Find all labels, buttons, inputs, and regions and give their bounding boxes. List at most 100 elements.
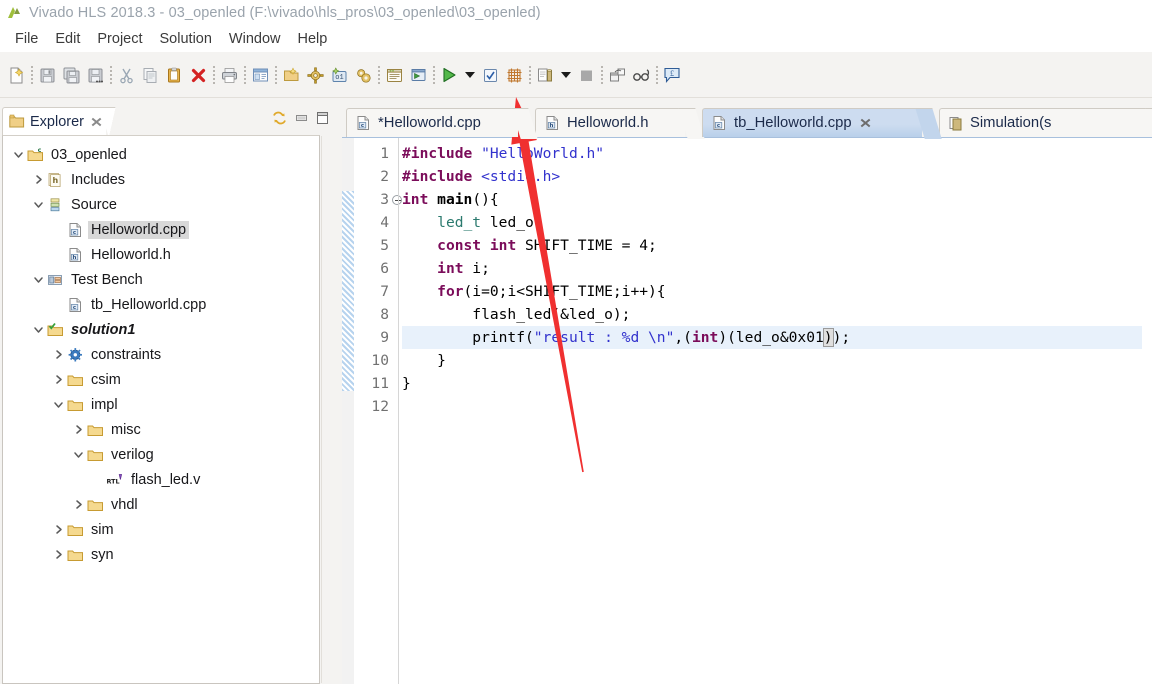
tree-twisty[interactable] xyxy=(51,349,66,360)
code-text[interactable]: #include "HelloWorld.h" #include <stdio.h… xyxy=(402,138,1142,684)
chevron-right-icon[interactable] xyxy=(53,549,64,560)
print-button[interactable] xyxy=(217,62,241,88)
run-c-simulation-button[interactable] xyxy=(382,62,406,88)
compare-reports-button[interactable] xyxy=(533,62,557,88)
tree-item-source[interactable]: Source xyxy=(3,192,319,217)
chevron-down-icon[interactable] xyxy=(53,399,64,410)
code-line[interactable]: for(i=0;i<SHIFT_TIME;i++){ xyxy=(402,280,1142,303)
tree-item-helloworld-cpp[interactable]: c Helloworld.cpp xyxy=(3,217,319,242)
tree-item-verilog[interactable]: verilog xyxy=(3,442,319,467)
tree-item-impl[interactable]: impl xyxy=(3,392,319,417)
export-rtl-button[interactable] xyxy=(502,62,526,88)
run-cosimulation-button[interactable] xyxy=(478,62,502,88)
chevron-down-icon[interactable] xyxy=(33,274,44,285)
open-perspective-button[interactable] xyxy=(605,62,629,88)
code-line[interactable]: } xyxy=(402,372,1142,395)
chevron-right-icon[interactable] xyxy=(53,524,64,535)
editor-tab-helloworld-h[interactable]: h Helloworld.h xyxy=(535,108,685,137)
analysis-perspective-button[interactable]: £ xyxy=(660,62,684,88)
tree-item-flash-led-v[interactable]: RTL flash_led.v xyxy=(3,467,319,492)
tree-twisty[interactable] xyxy=(71,424,86,435)
chevron-right-icon[interactable] xyxy=(53,374,64,385)
menu-edit[interactable]: Edit xyxy=(47,29,89,49)
tree-item-test-bench[interactable]: Test Bench xyxy=(3,267,319,292)
close-icon[interactable] xyxy=(860,118,871,129)
chevron-right-icon[interactable] xyxy=(33,174,44,185)
project-settings-button[interactable] xyxy=(303,62,327,88)
tree-twisty[interactable] xyxy=(31,199,46,210)
menu-window[interactable]: Window xyxy=(221,29,290,49)
menu-help[interactable]: Help xyxy=(290,29,337,49)
tree-twisty[interactable] xyxy=(51,374,66,385)
tree-twisty[interactable] xyxy=(51,399,66,410)
tree-item-tb-helloworld-cpp[interactable]: c tb_Helloworld.cpp xyxy=(3,292,319,317)
code-line[interactable]: const int SHIFT_TIME = 4; xyxy=(402,234,1142,257)
tree-item-solution1[interactable]: solution1 xyxy=(3,317,319,342)
chevron-down-icon[interactable] xyxy=(33,324,44,335)
link-with-editor-button[interactable] xyxy=(271,110,288,126)
tree-item-csim[interactable]: csim xyxy=(3,367,319,392)
tree-item-vhdl[interactable]: vhdl xyxy=(3,492,319,517)
chevron-right-icon[interactable] xyxy=(53,349,64,360)
tree-twisty[interactable] xyxy=(11,149,26,160)
tree-twisty[interactable] xyxy=(31,174,46,185)
code-editor[interactable]: 1 2 3 4 5 6 7 8 9 10 11 12 #include "HelloWorld.h" #… xyxy=(342,137,1152,684)
tree-item-constraints[interactable]: constraints xyxy=(3,342,319,367)
new-solution-button[interactable]: o1 xyxy=(327,62,351,88)
save-all-button[interactable] xyxy=(59,62,83,88)
code-line[interactable]: int main(){ xyxy=(402,188,1142,211)
new-project-button[interactable] xyxy=(279,62,303,88)
save-as-button[interactable] xyxy=(83,62,107,88)
chevron-down-icon[interactable] xyxy=(73,449,84,460)
run-c-synthesis-button[interactable] xyxy=(406,62,430,88)
menu-solution[interactable]: Solution xyxy=(152,29,221,49)
tree-item-03-openled[interactable]: c 03_openled xyxy=(3,142,319,167)
delete-button[interactable] xyxy=(186,62,210,88)
code-line[interactable]: led_t led_o; xyxy=(402,211,1142,234)
chevron-down-icon[interactable] xyxy=(33,199,44,210)
code-line[interactable]: int i; xyxy=(402,257,1142,280)
run-dropdown[interactable] xyxy=(461,62,478,88)
stop-button[interactable] xyxy=(574,62,598,88)
chevron-down-icon[interactable] xyxy=(13,149,24,160)
maximize-view-button[interactable] xyxy=(315,111,330,125)
compare-dropdown[interactable] xyxy=(557,62,574,88)
copy-button[interactable] xyxy=(138,62,162,88)
explorer-tab[interactable]: Explorer xyxy=(2,107,106,135)
tree-item-sim[interactable]: sim xyxy=(3,517,319,542)
panel-divider[interactable] xyxy=(334,105,342,684)
chevron-right-icon[interactable] xyxy=(73,424,84,435)
editor-tab-tb-helloworld-cpp[interactable]: c tb_Helloworld.cpp xyxy=(702,108,922,137)
explorer-scrollbar[interactable] xyxy=(321,136,332,683)
code-line[interactable]: #include <stdio.h> xyxy=(402,165,1142,188)
tree-twisty[interactable] xyxy=(71,499,86,510)
tree-item-misc[interactable]: misc xyxy=(3,417,319,442)
menu-project[interactable]: Project xyxy=(89,29,151,49)
tree-twisty[interactable] xyxy=(31,274,46,285)
tree-item-syn[interactable]: syn xyxy=(3,542,319,567)
code-line[interactable] xyxy=(402,395,1142,418)
tree-item-includes[interactable]: h Includes xyxy=(3,167,319,192)
solution-settings-button[interactable] xyxy=(351,62,375,88)
editor-tab-simulation-s[interactable]: Simulation(s xyxy=(939,108,1152,137)
menu-file[interactable]: File xyxy=(7,29,47,49)
debug-perspective-button[interactable] xyxy=(629,62,653,88)
tree-twisty[interactable] xyxy=(51,524,66,535)
close-icon[interactable] xyxy=(91,116,102,127)
cut-button[interactable] xyxy=(114,62,138,88)
save-button[interactable] xyxy=(35,62,59,88)
tree-twisty[interactable] xyxy=(31,324,46,335)
run-button[interactable] xyxy=(437,62,461,88)
code-line[interactable]: printf("result : %d \n",(int)(led_o&0x01… xyxy=(402,326,1142,349)
tree-twisty[interactable] xyxy=(51,549,66,560)
tree-item-helloworld-h[interactable]: h Helloworld.h xyxy=(3,242,319,267)
paste-button[interactable] xyxy=(162,62,186,88)
minimize-view-button[interactable] xyxy=(294,111,309,125)
new-button[interactable] xyxy=(4,62,28,88)
tree-twisty[interactable] xyxy=(71,449,86,460)
code-line[interactable]: flash_led(&led_o); xyxy=(402,303,1142,326)
chevron-right-icon[interactable] xyxy=(73,499,84,510)
open-report-button[interactable] xyxy=(248,62,272,88)
project-tree[interactable]: c 03_openled h Includes Source c Helloworld.cp… xyxy=(2,135,320,684)
code-line[interactable]: } xyxy=(402,349,1142,372)
